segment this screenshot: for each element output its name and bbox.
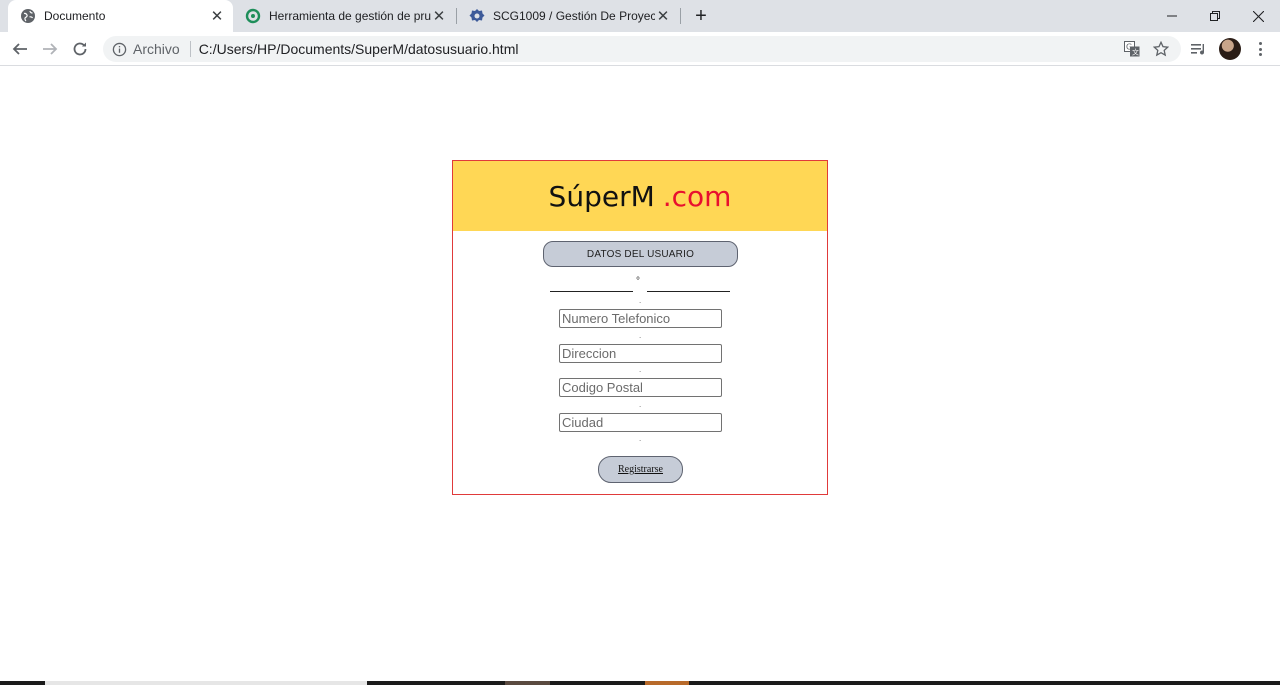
close-icon[interactable]: ✕ xyxy=(431,8,447,25)
taskbar-segment xyxy=(505,681,550,685)
degree-mark: ° xyxy=(636,276,640,287)
tab-title: SCG1009 / Gestión De Proyectos xyxy=(493,9,655,23)
tab-separator xyxy=(680,8,681,24)
tab-scg1009[interactable]: SCG1009 / Gestión De Proyectos ✕ xyxy=(457,0,679,32)
taskbar-segment xyxy=(45,681,367,685)
project-icon xyxy=(469,8,485,24)
tab-herramienta[interactable]: Herramienta de gestión de prueb ✕ xyxy=(233,0,455,32)
brand-suffix: .com xyxy=(662,179,732,213)
globe-icon xyxy=(20,8,36,24)
browser-toolbar: Archivo C:/Users/HP/Documents/SuperM/dat… xyxy=(0,32,1280,66)
postal-code-input[interactable] xyxy=(559,378,722,397)
separator-dot: . xyxy=(639,434,642,443)
close-icon[interactable]: ✕ xyxy=(209,8,225,25)
brand-main: SúperM xyxy=(548,179,655,213)
address-divider xyxy=(189,41,191,57)
forward-button[interactable] xyxy=(38,37,62,61)
new-tab-button[interactable]: + xyxy=(690,5,712,27)
taskbar-segment xyxy=(645,681,689,685)
svg-text:文: 文 xyxy=(1132,48,1139,57)
brand-header: SúperM .com xyxy=(453,161,827,231)
city-input[interactable] xyxy=(559,413,722,432)
register-button[interactable]: Registrarse xyxy=(598,456,683,483)
close-window-icon[interactable] xyxy=(1235,0,1280,32)
reload-button[interactable] xyxy=(68,37,92,61)
underline-left xyxy=(550,291,633,292)
brand-logo: SúperM .com xyxy=(549,180,732,213)
separator-dot: . xyxy=(639,296,642,305)
separator-dot: . xyxy=(639,400,642,409)
testing-tool-icon xyxy=(245,8,261,24)
close-icon[interactable]: ✕ xyxy=(655,8,671,25)
separator-dot: . xyxy=(639,365,642,374)
separator-dot: . xyxy=(639,331,642,340)
address-bar[interactable]: Archivo C:/Users/HP/Documents/SuperM/dat… xyxy=(103,36,1181,62)
tab-documento[interactable]: Documento ✕ xyxy=(8,0,233,32)
back-button[interactable] xyxy=(8,37,32,61)
bookmark-star-icon[interactable] xyxy=(1153,41,1169,57)
scheme-label: Archivo xyxy=(133,41,180,57)
user-data-card: SúperM.com DATOS DEL USUARIO ° . . . . .… xyxy=(452,160,828,495)
minimize-icon[interactable] xyxy=(1149,0,1195,32)
user-data-button[interactable]: DATOS DEL USUARIO xyxy=(543,241,738,267)
url-text[interactable]: C:/Users/HP/Documents/SuperM/datosusuari… xyxy=(199,41,519,57)
media-queue-icon[interactable] xyxy=(1190,41,1208,59)
name-lines: ° xyxy=(550,275,730,295)
underline-right xyxy=(647,291,730,292)
info-icon[interactable] xyxy=(111,41,127,57)
translate-icon[interactable]: G文 xyxy=(1124,41,1140,57)
profile-avatar[interactable] xyxy=(1219,38,1241,60)
more-menu-icon[interactable] xyxy=(1252,40,1268,58)
tab-title: Herramienta de gestión de prueb xyxy=(269,9,431,23)
restore-icon[interactable] xyxy=(1192,0,1238,32)
phone-input[interactable] xyxy=(559,309,722,328)
tab-title: Documento xyxy=(44,9,106,23)
address-input[interactable] xyxy=(559,344,722,363)
tab-strip: Documento ✕ Herramienta de gestión de pr… xyxy=(0,0,1280,32)
taskbar-edge xyxy=(0,681,1280,685)
